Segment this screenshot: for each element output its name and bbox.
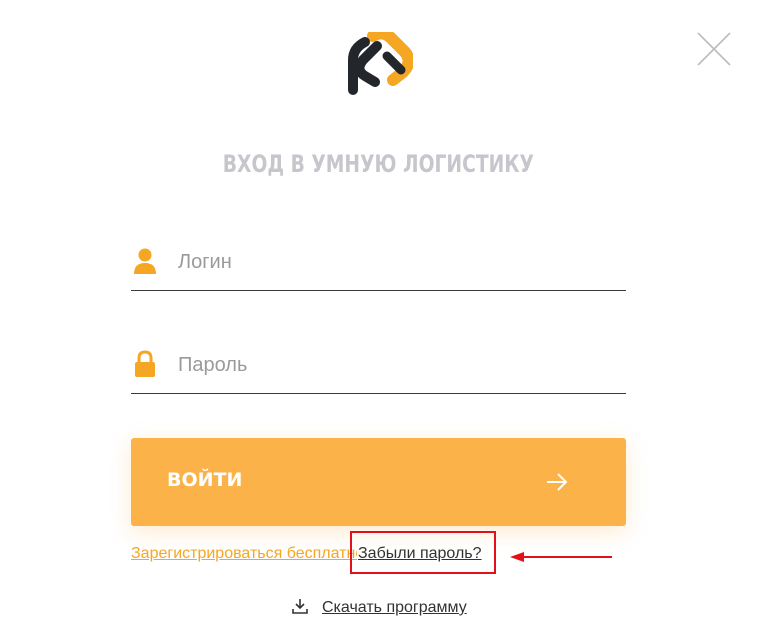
login-button-label: ВОЙТИ [167,469,243,491]
user-icon [134,248,156,274]
annotation-arrow-icon [510,552,612,562]
register-link[interactable]: Зарегистрироваться бесплатно [131,545,357,563]
download-link[interactable]: Скачать программу [322,599,467,617]
download-icon [292,599,308,614]
close-icon[interactable] [697,32,731,66]
password-input[interactable] [178,349,618,381]
login-page: ВХОД В УМНУЮ ЛОГИСТИКУ ВОЙТИ Зарегистрир… [0,0,773,630]
arrow-right-icon [547,473,568,491]
page-title: ВХОД В УМНУЮ ЛОГИСТИКУ [222,150,534,178]
login-input[interactable] [178,246,618,278]
login-field [131,244,626,291]
highlight-box [350,531,496,574]
login-button[interactable]: ВОЙТИ [131,438,626,526]
lock-icon [135,350,155,377]
password-field [131,347,626,394]
brand-logo-icon [348,32,413,95]
